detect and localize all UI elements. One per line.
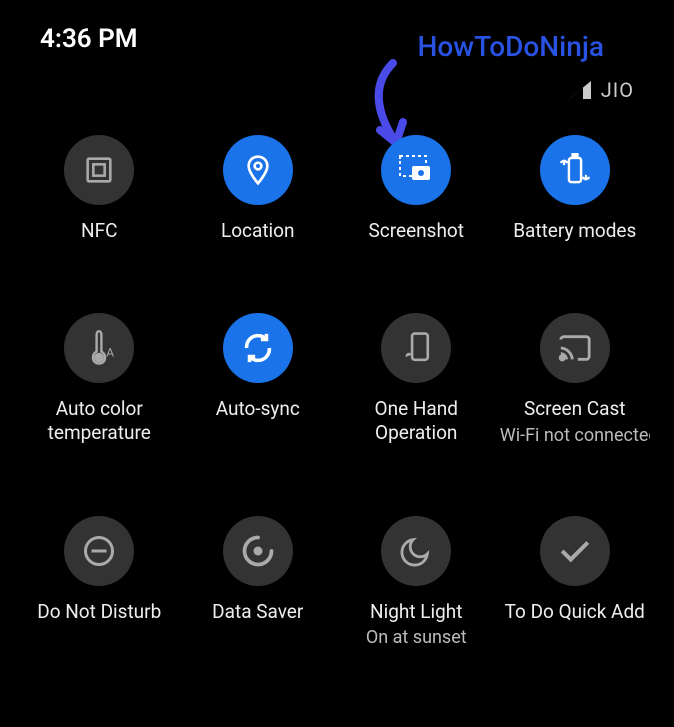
tile-auto-sync-toggle[interactable] [223,313,293,383]
tile-screen-cast[interactable]: Screen Cast Wi-Fi not connected [496,313,655,446]
battery-icon [560,153,590,187]
checkmark-icon [558,534,592,568]
tile-auto-sync[interactable]: Auto-sync [179,313,338,446]
svg-text:A: A [106,345,114,359]
tile-screenshot[interactable]: Screenshot [337,135,496,243]
tile-todo-toggle[interactable] [540,516,610,586]
status-bar: 4:36 PM HowToDoNinja [0,0,674,63]
tile-label: Battery modes [513,219,636,243]
tile-label: Location [221,219,295,243]
thermometer-icon: A [84,330,114,366]
tile-label: NFC [81,219,117,243]
quick-settings-grid: NFC Location Screensho [0,135,674,648]
screenshot-icon [398,154,434,186]
tile-label: Do Not Disturb [37,600,161,624]
tile-label: Night Light [370,600,462,624]
tile-battery-modes[interactable]: Battery modes [496,135,655,243]
carrier-row: JIO [569,78,634,102]
tile-screenshot-toggle[interactable] [381,135,451,205]
tile-one-hand[interactable]: One Hand Operation [337,313,496,446]
sync-icon [241,331,275,365]
watermark-text: HowToDoNinja [418,30,604,63]
tile-label: Data Saver [212,600,303,624]
cast-icon [558,333,592,363]
tile-location[interactable]: Location [179,135,338,243]
tile-label: One Hand Operation [341,397,491,445]
tile-label: Screenshot [369,219,464,243]
tile-sublabel: On at sunset [366,627,467,648]
nfc-icon [82,153,116,187]
location-pin-icon [242,154,274,186]
signal-icon [569,81,591,99]
tile-nfc[interactable]: NFC [20,135,179,243]
tile-auto-color-temp[interactable]: A Auto color temperature [20,313,179,446]
tile-night-light[interactable]: Night Light On at sunset [337,516,496,649]
tile-data-saver-toggle[interactable] [223,516,293,586]
tile-dnd-toggle[interactable] [64,516,134,586]
tile-label: Auto color temperature [24,397,174,445]
tile-data-saver[interactable]: Data Saver [179,516,338,649]
tile-label: Screen Cast [524,397,626,421]
tile-todo-quick-add[interactable]: To Do Quick Add [496,516,655,649]
tile-night-light-toggle[interactable] [381,516,451,586]
tile-cast-toggle[interactable] [540,313,610,383]
tile-label: To Do Quick Add [505,600,645,624]
moon-icon [399,534,433,568]
tile-sublabel: Wi-Fi not connected [500,425,650,446]
dnd-icon [81,533,117,569]
clock-time: 4:36 PM [40,24,138,54]
tile-location-toggle[interactable] [223,135,293,205]
tile-label: Auto-sync [216,397,300,421]
tile-battery-toggle[interactable] [540,135,610,205]
data-saver-icon [240,533,276,569]
tile-auto-color-toggle[interactable]: A [64,313,134,383]
tile-nfc-toggle[interactable] [64,135,134,205]
tile-dnd[interactable]: Do Not Disturb [20,516,179,649]
carrier-label: JIO [601,78,634,102]
one-hand-icon [400,331,432,365]
tile-one-hand-toggle[interactable] [381,313,451,383]
